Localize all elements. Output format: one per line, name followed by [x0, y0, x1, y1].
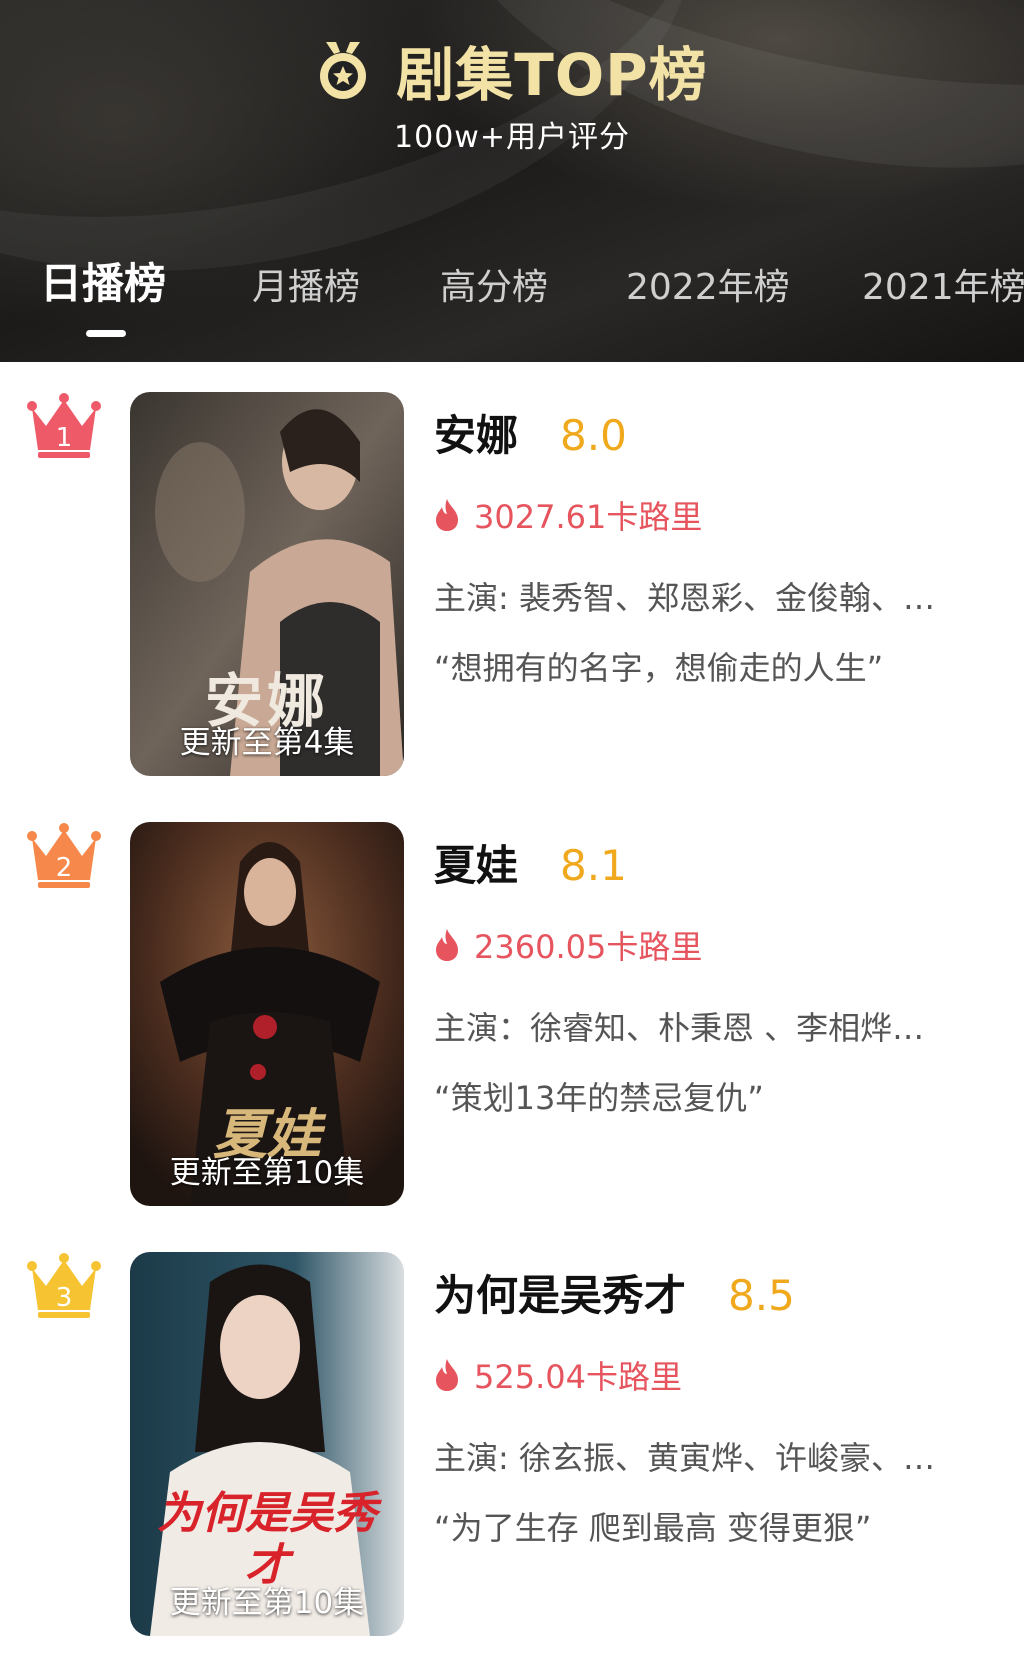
tagline: “策划13年的禁忌复仇”: [434, 1079, 764, 1117]
page-title: 剧集TOP榜: [396, 41, 708, 109]
tab-2021[interactable]: 2021年榜: [862, 258, 1024, 318]
show-info: 为何是吴秀才 8.5 525.04卡路里 主演: 徐玄振、黄寅烨、许峻豪、… “…: [434, 1252, 1014, 1554]
show-name[interactable]: 安娜: [434, 402, 518, 463]
tab-high-score[interactable]: 高分榜: [440, 258, 548, 318]
show-info: 安娜 8.0 3027.61卡路里 主演: 裴秀智、郑恩彩、金俊翰、… “想拥有…: [434, 392, 1014, 694]
tab-2022[interactable]: 2022年榜: [626, 258, 790, 318]
poster[interactable]: 安娜 更新至第4集: [130, 392, 404, 776]
poster[interactable]: 夏娃 更新至第10集: [130, 822, 404, 1206]
flame-icon: [436, 1359, 458, 1391]
flame-icon: [436, 929, 458, 961]
tagline: “为了生存 爬到最高 变得更狠”: [434, 1509, 872, 1547]
show-info: 夏娃 8.1 2360.05卡路里 主演：徐睿知、朴秉恩 、李相烨… “策划13…: [434, 822, 1014, 1124]
episode-label: 更新至第4集: [179, 725, 355, 761]
list-item[interactable]: 2 夏娃 更新至第10集 夏娃 8.1 2360.05卡路里 主演：徐睿知、朴秉…: [0, 792, 1024, 1206]
page-subtitle: 100w+用户评分: [394, 120, 630, 155]
title-row: 剧集TOP榜: [0, 30, 1024, 110]
list-item[interactable]: 1 安娜 更新至第4集 安娜 8.0 3027.61卡路里 主演: 裴秀智、郑恩…: [0, 362, 1024, 776]
cast-list: 主演：徐睿知、朴秉恩 、李相烨…: [434, 1009, 925, 1047]
rank-number: 1: [56, 423, 73, 453]
cast-list: 主演: 裴秀智、郑恩彩、金俊翰、…: [434, 579, 935, 617]
active-tab-indicator: [86, 330, 126, 337]
cast-list: 主演: 徐玄振、黄寅烨、许峻豪、…: [434, 1439, 935, 1477]
tab-daily[interactable]: 日播榜: [40, 254, 166, 314]
heat-value: 2360.05卡路里: [474, 928, 703, 966]
show-score: 8.5: [728, 1271, 795, 1320]
medal-star-icon: [320, 42, 367, 99]
rank-number: 3: [56, 1283, 73, 1313]
ranking-tabs: 日播榜 月播榜 高分榜 2022年榜 2021年榜: [0, 258, 1024, 328]
crown-icon: 3: [27, 1253, 101, 1318]
show-score: 8.0: [560, 411, 627, 460]
poster[interactable]: 为何是吴秀才 更新至第10集: [130, 1252, 404, 1636]
flame-icon: [436, 499, 458, 531]
show-name[interactable]: 为何是吴秀才: [434, 1262, 686, 1323]
episode-label: 更新至第10集: [169, 1585, 365, 1621]
crown-icon: 2: [27, 823, 101, 888]
rank-number: 2: [56, 853, 73, 883]
tab-monthly[interactable]: 月播榜: [252, 258, 360, 318]
crown-icon: 1: [27, 393, 101, 458]
show-score: 8.1: [560, 841, 627, 890]
ranking-header: 剧集TOP榜 100w+用户评分 日播榜 月播榜 高分榜 2022年榜 2021…: [0, 0, 1024, 362]
show-name[interactable]: 夏娃: [434, 832, 518, 893]
episode-label: 更新至第10集: [169, 1155, 365, 1191]
list-item[interactable]: 3 为何是吴秀才 更新至第10集 为何是吴秀才 8.5 525.04卡路里 主演…: [0, 1222, 1024, 1636]
tagline: “想拥有的名字，想偷走的人生”: [434, 649, 884, 687]
heat-value: 3027.61卡路里: [474, 498, 703, 536]
heat-value: 525.04卡路里: [474, 1358, 682, 1396]
